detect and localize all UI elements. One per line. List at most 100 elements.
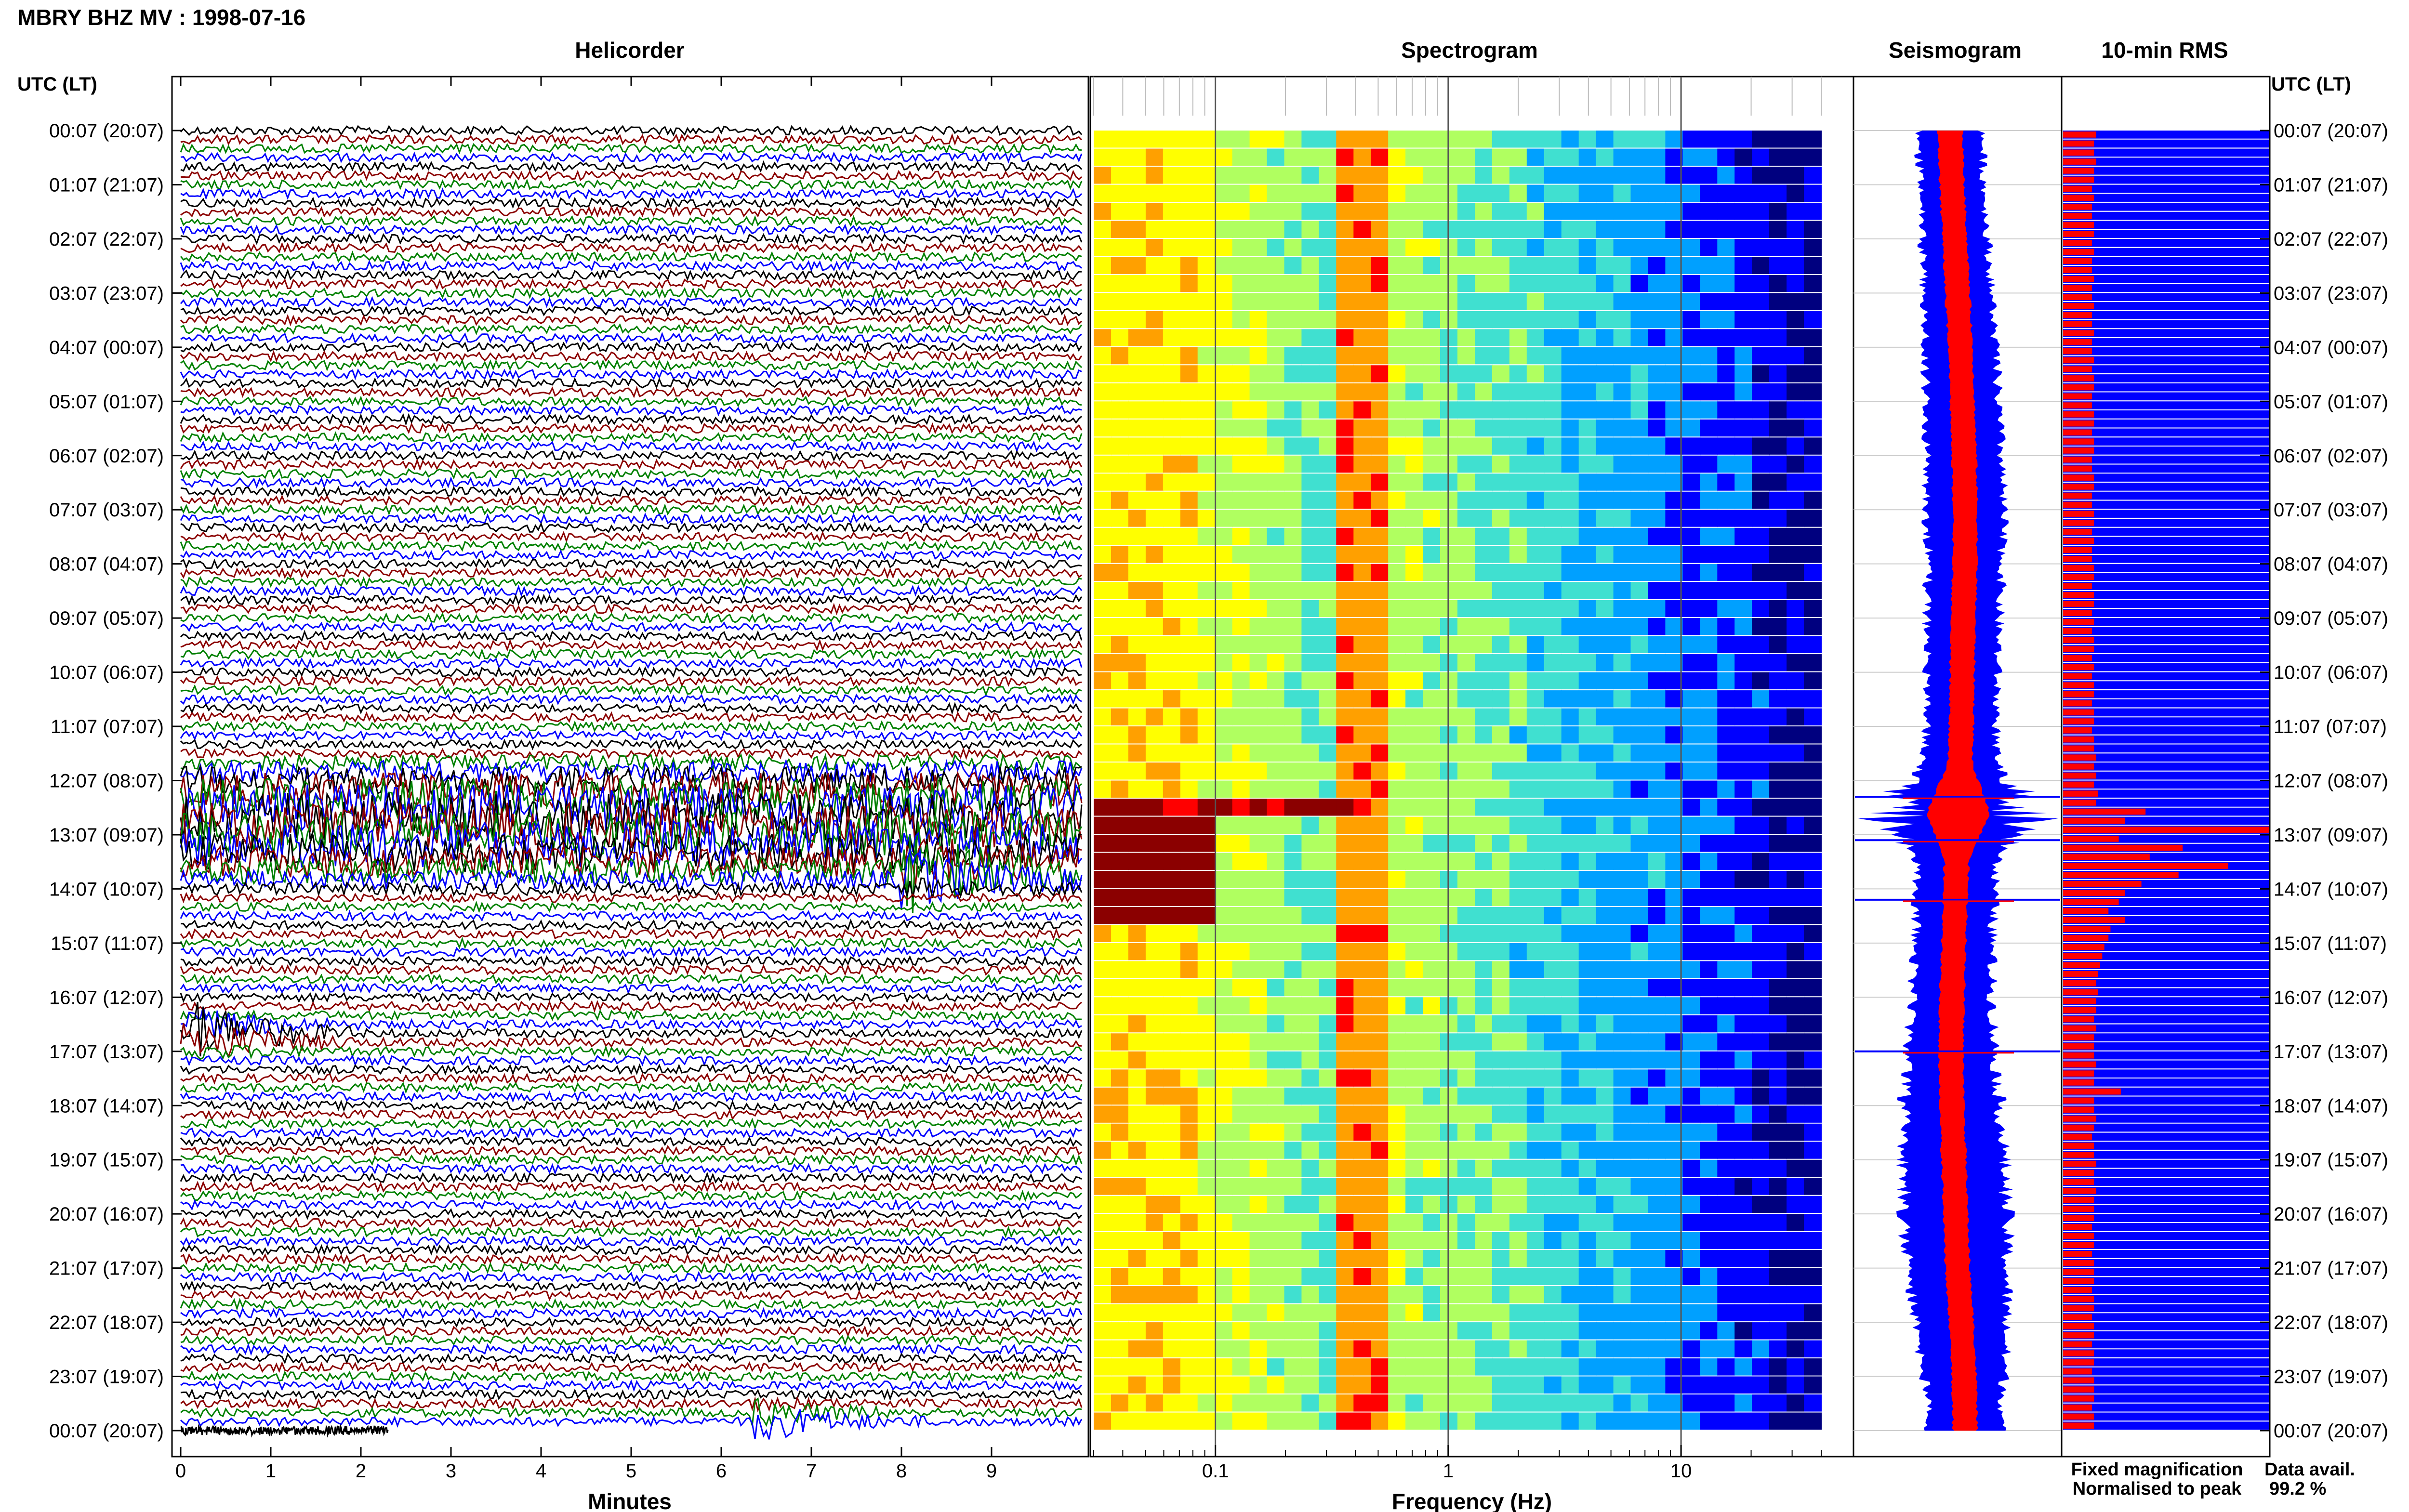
spectrogram-cell (1457, 437, 1475, 455)
spectrogram-cell (1353, 726, 1372, 744)
spectrogram-cell (1700, 1159, 1718, 1177)
spectrogram-cell (1509, 293, 1527, 310)
spectrogram-cell (1180, 979, 1198, 997)
spectrogram-cell (1319, 527, 1337, 545)
rms-normalised-bar (2063, 790, 2098, 797)
spectrogram-cell (1613, 618, 1631, 635)
spectrogram-cell (1163, 672, 1181, 690)
spectrogram-cell (1509, 1250, 1527, 1267)
spectrogram-cell (1163, 527, 1181, 545)
spectrogram-cell (1648, 853, 1666, 870)
spectrogram-cell (1682, 1304, 1701, 1322)
spectrogram-cell (1544, 1286, 1562, 1303)
spectrogram-cell (1544, 167, 1562, 184)
spectrogram-cell (1613, 1178, 1631, 1195)
spectrogram-cell (1787, 329, 1805, 346)
spectrogram-cell (1163, 1159, 1181, 1177)
spectrogram-cell (1578, 961, 1597, 978)
spectrogram-cell (1423, 672, 1441, 690)
rms-fixed-bar (2063, 293, 2269, 302)
spectrogram-cell (1648, 1196, 1666, 1213)
spectrogram-cell (1371, 726, 1389, 744)
spectrogram-cell (1284, 961, 1302, 978)
spectrogram-cell (1197, 1051, 1216, 1069)
spectrogram-cell (1267, 1322, 1285, 1340)
spectrogram-cell (1215, 1214, 1233, 1231)
spectrogram-cell (1700, 238, 1718, 256)
spectrogram-cell (1336, 1304, 1354, 1322)
spectrogram-cell (1267, 853, 1285, 870)
spectrogram-cell (1284, 889, 1302, 906)
spectrogram-cell (1578, 1394, 1597, 1412)
spectrogram-cell (1094, 799, 1112, 816)
spectrogram-cell (1648, 293, 1666, 310)
spectrogram-cell (1388, 1069, 1406, 1087)
spectrogram-cell (1423, 473, 1441, 491)
spectrogram-cell (1197, 690, 1216, 708)
spectrogram-cell (1232, 148, 1250, 166)
spectrogram-cell (1787, 527, 1805, 545)
spectrogram-cell (1578, 455, 1597, 473)
spectrogram-cell (1301, 1015, 1320, 1033)
spectrogram-cell (1111, 401, 1129, 419)
spectrogram-cell (1301, 167, 1320, 184)
spectrogram-cell (1561, 1412, 1579, 1430)
spectrogram-cell (1578, 437, 1597, 455)
spectrogram-cell (1094, 1123, 1112, 1141)
spectrogram-cell (1787, 238, 1805, 256)
spectrogram-cell (1284, 167, 1302, 184)
spectrogram-cell (1232, 1178, 1250, 1195)
spectrogram-cell (1734, 1214, 1753, 1231)
spectrogram-cell (1371, 870, 1389, 888)
spectrogram-cell (1197, 1159, 1216, 1177)
spectrogram-cell (1804, 1069, 1822, 1087)
spectrogram-cell (1163, 1105, 1181, 1123)
spectrogram-cell (1128, 1412, 1146, 1430)
spectrogram-cell (1145, 1322, 1164, 1340)
spectrogram-cell (1682, 600, 1701, 618)
spectrogram-cell (1544, 1178, 1562, 1195)
spectrogram-cell (1267, 546, 1285, 563)
spectrogram-cell (1526, 672, 1545, 690)
rms-normalised-bar (2063, 1386, 2094, 1393)
spectrogram-cell (1526, 1412, 1545, 1430)
spectrogram-cell (1769, 347, 1787, 365)
spectrogram-cell (1111, 311, 1129, 329)
spectrogram-cell (1752, 870, 1770, 888)
spectrogram-cell (1648, 184, 1666, 202)
spectrogram-cell (1111, 257, 1129, 274)
spectrogram-cell (1578, 1358, 1597, 1376)
spectrogram-cell (1578, 1142, 1597, 1159)
spectrogram-cell (1578, 997, 1597, 1014)
spectrogram-cell (1353, 455, 1372, 473)
spectrogram-cell (1717, 672, 1735, 690)
spectrogram-cell (1267, 744, 1285, 762)
spectrogram-cell (1596, 221, 1614, 238)
spectrogram-cell (1094, 419, 1112, 437)
spectrogram-cell (1284, 780, 1302, 798)
spectrogram-cell (1336, 401, 1354, 419)
spectrogram-cell (1596, 925, 1614, 942)
spectrogram-cell (1700, 1123, 1718, 1141)
spectrogram-cell (1128, 600, 1146, 618)
spectrogram-cell (1215, 870, 1233, 888)
spectrogram-cell (1578, 329, 1597, 346)
spectrogram-cell (1111, 131, 1129, 148)
spectrogram-cell (1578, 708, 1597, 726)
spectrogram-cell (1544, 672, 1562, 690)
spectrogram-cell (1163, 997, 1181, 1014)
spectrogram-cell (1388, 329, 1406, 346)
spectrogram-cell (1492, 1322, 1510, 1340)
rms-fixed-bar (2063, 582, 2269, 590)
spectrogram-cell (1734, 726, 1753, 744)
spectrogram-cell (1249, 401, 1268, 419)
spectrogram-cell (1682, 582, 1701, 599)
spectrogram-cell (1232, 275, 1250, 292)
spectrogram-cell (1163, 202, 1181, 220)
spectrogram-cell (1752, 546, 1770, 563)
spectrogram-cell (1301, 1178, 1320, 1195)
spectrogram-cell (1371, 1322, 1389, 1340)
spectrogram-cell (1249, 1358, 1268, 1376)
spectrogram-cell (1163, 726, 1181, 744)
spectrogram-cell (1526, 1196, 1545, 1213)
